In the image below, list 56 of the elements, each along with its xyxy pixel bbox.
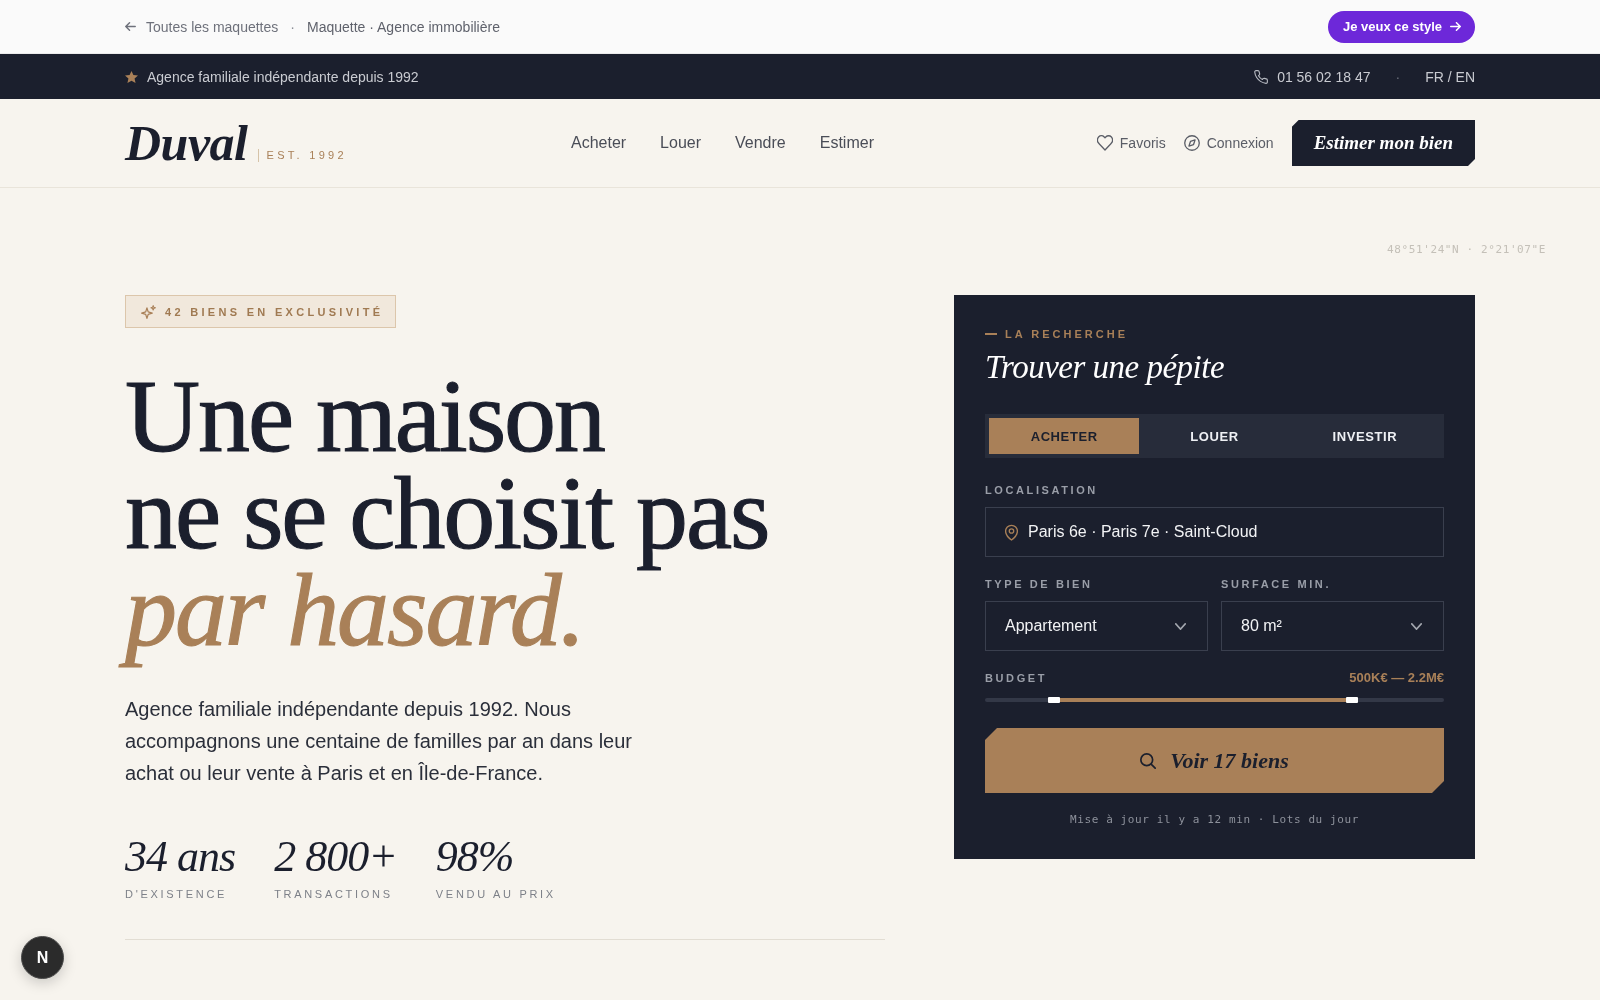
breadcrumb-text: Maquette · Agence immobilière bbox=[306, 18, 500, 35]
nav-link[interactable]: Vendre bbox=[735, 134, 786, 152]
dev-tools-button[interactable]: N bbox=[21, 936, 64, 979]
stat-label: TRANSACTIONS bbox=[274, 887, 393, 902]
nav-link[interactable]: Estimer bbox=[819, 134, 874, 152]
hero-headline: Une maison ne se choisit pas par hasard. bbox=[111, 359, 779, 674]
phone-link[interactable]: 01 56 02 18 47 bbox=[1254, 68, 1371, 85]
mode-tab[interactable]: LOUER bbox=[1139, 418, 1290, 454]
estimate-button[interactable]: Estimer mon bien bbox=[1291, 120, 1475, 166]
style-cta-button[interactable]: Je veux ce style bbox=[1327, 10, 1475, 43]
slider-handle[interactable] bbox=[1047, 697, 1060, 703]
dropdown-field[interactable]: 80 m² bbox=[1221, 601, 1444, 651]
field-label: BUDGET bbox=[985, 671, 1048, 685]
budget-range-value: 500K€ — 2.2M€ bbox=[1349, 671, 1444, 685]
separator-dot: · bbox=[290, 18, 295, 35]
field-label: LOCALISATION bbox=[985, 483, 1098, 497]
phone-icon bbox=[1254, 69, 1269, 84]
stat-label: VENDU AU PRIX bbox=[435, 887, 556, 902]
back-link[interactable]: Toutes les maquettes bbox=[125, 18, 279, 35]
mode-tab[interactable]: INVESTIR bbox=[1289, 418, 1440, 454]
search-icon bbox=[1140, 752, 1157, 769]
search-submit-button[interactable]: Voir 17 biens bbox=[985, 728, 1444, 793]
slider-handle[interactable] bbox=[1346, 697, 1359, 703]
stat-label: D'EXISTENCE bbox=[125, 887, 228, 902]
nav-link[interactable]: Acheter bbox=[570, 134, 627, 152]
sparkle-icon bbox=[141, 304, 156, 319]
arrow-right-icon bbox=[1450, 22, 1461, 31]
stat-value: 2 800+ bbox=[274, 831, 397, 883]
agency-tagline: Agence familiale indépendante depuis 1992 bbox=[147, 68, 419, 85]
stat-value: 98% bbox=[435, 831, 514, 883]
heart-icon bbox=[1096, 135, 1113, 151]
separator-dot: · bbox=[1395, 68, 1401, 85]
location-pin-icon bbox=[1005, 523, 1018, 541]
chevron-down-icon bbox=[1411, 622, 1422, 630]
language-link[interactable]: FR / EN bbox=[1425, 68, 1475, 85]
favorites-link[interactable]: Favoris bbox=[1096, 135, 1166, 151]
field-label: TYPE DE BIEN bbox=[985, 577, 1093, 591]
exclusivity-label: 42 BIENS EN EXCLUSIVITÉ bbox=[165, 305, 384, 318]
logo-tagline: EST. 1992 bbox=[257, 149, 347, 162]
nav-link[interactable]: Louer bbox=[660, 134, 702, 152]
section-eyebrow: LA RECHERCHE bbox=[1005, 327, 1128, 341]
login-link[interactable]: Connexion bbox=[1183, 135, 1274, 151]
compass-icon bbox=[1183, 135, 1200, 151]
search-title: Trouver une pépite bbox=[985, 348, 1225, 387]
update-note: Mise à jour il y a 12 min · Lots du jour bbox=[1070, 813, 1359, 827]
chevron-down-icon bbox=[1175, 622, 1186, 630]
logo-wordmark[interactable]: Duval bbox=[125, 118, 248, 168]
star-icon bbox=[125, 70, 138, 83]
budget-slider-track[interactable] bbox=[985, 698, 1444, 702]
location-field[interactable]: Paris 6e · Paris 7e · Saint-Cloud bbox=[985, 507, 1444, 557]
arrow-left-icon bbox=[125, 22, 136, 31]
field-label: SURFACE MIN. bbox=[1221, 577, 1332, 591]
dropdown-field[interactable]: Appartement bbox=[985, 601, 1208, 651]
mode-tab[interactable]: ACHETER bbox=[989, 418, 1140, 454]
intro-paragraph: Agence familiale indépendante depuis 1992. Nous accompagnons une centaine de familles par an dans leur achat ou leur vente à Paris et en Île-de-France. bbox=[125, 697, 633, 786]
stat-value: 34 ans bbox=[125, 831, 236, 883]
